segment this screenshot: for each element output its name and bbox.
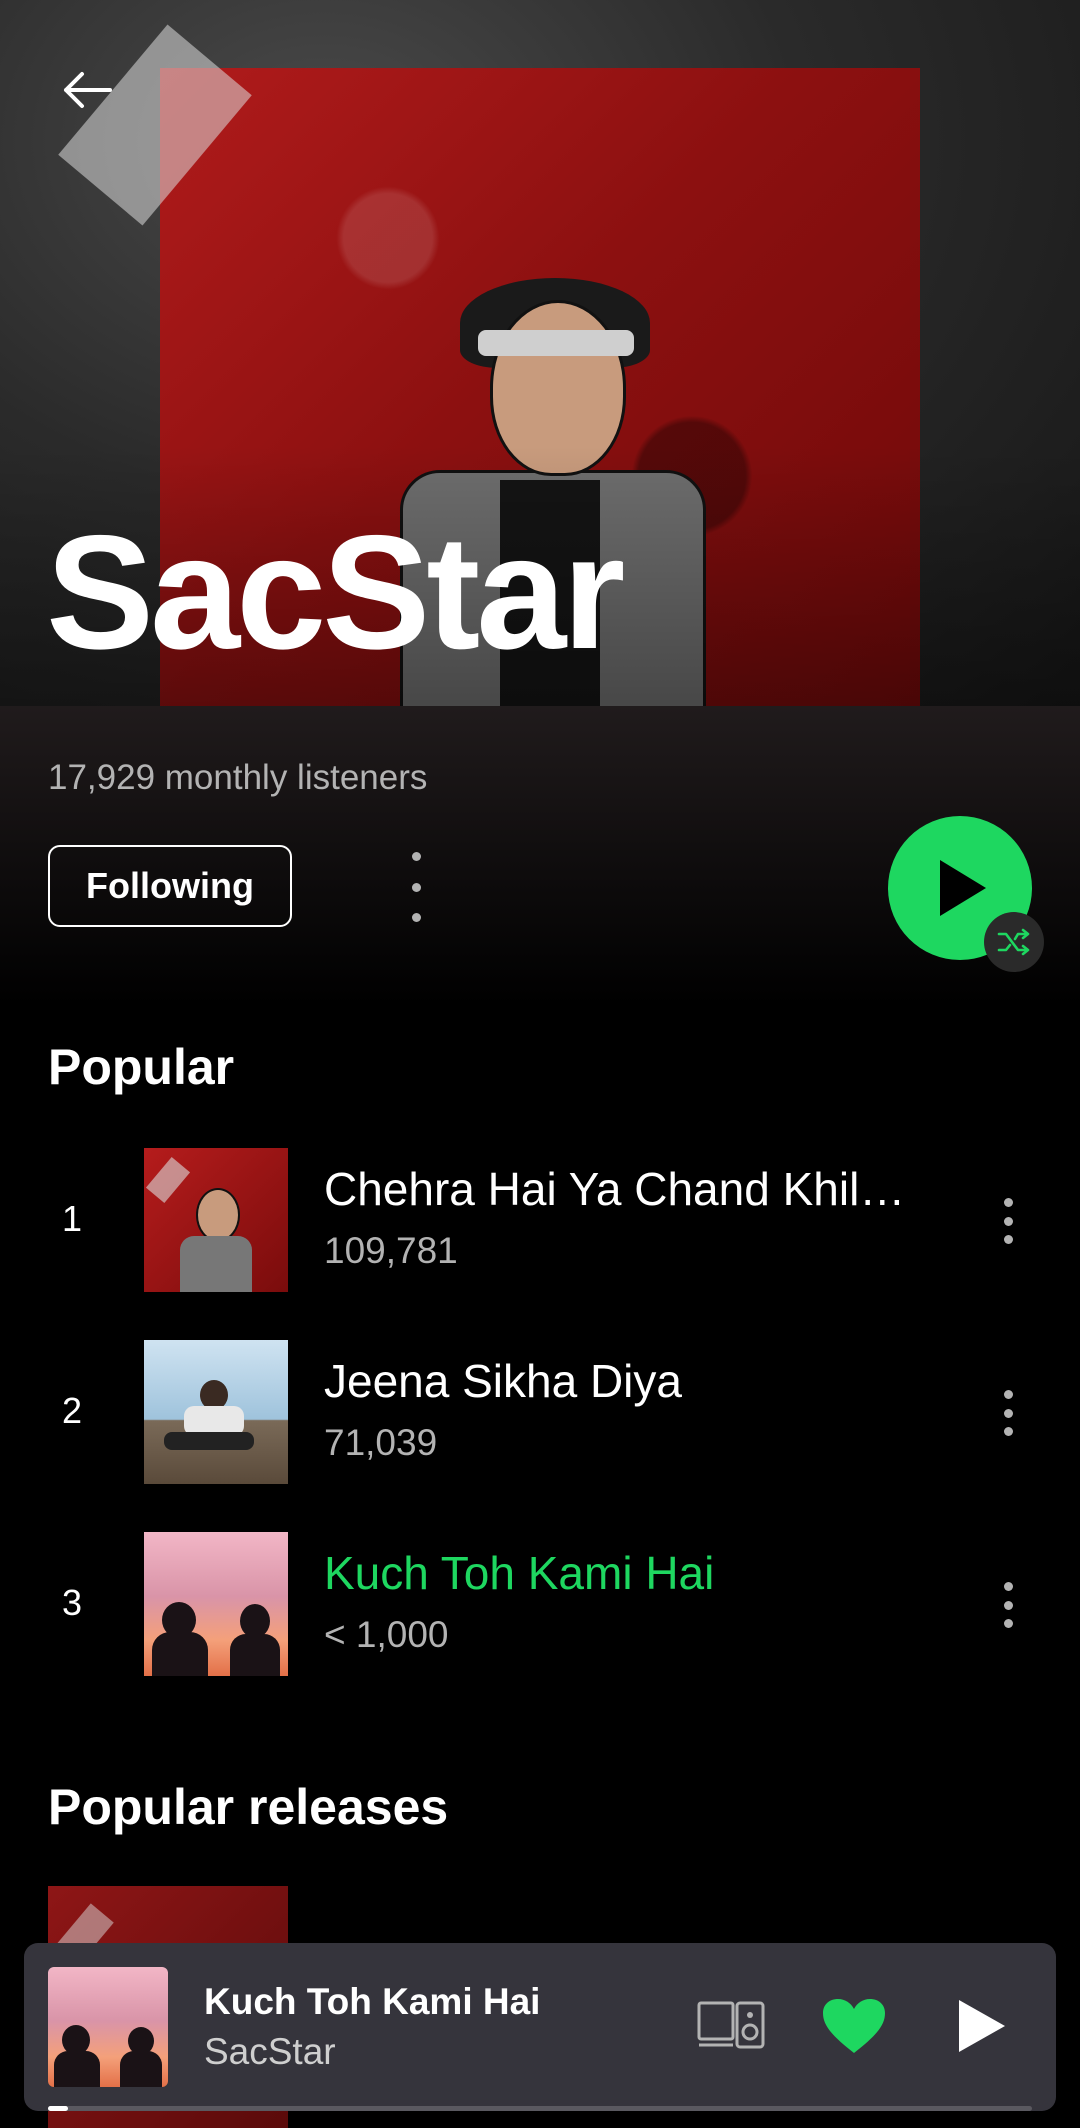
now-playing-artist: SacStar: [204, 2031, 336, 2072]
track-play-count: 71,039: [324, 1422, 438, 1463]
track-title: Jeena Sikha Diya: [324, 1355, 682, 1407]
more-vertical-icon: [1003, 1390, 1013, 1399]
shuffle-icon: [997, 928, 1030, 956]
more-vertical-icon: [1003, 1198, 1013, 1207]
more-vertical-icon: [411, 852, 421, 861]
like-button[interactable]: [818, 1993, 890, 2059]
track-title: Chehra Hai Ya Chand Khil…: [324, 1163, 906, 1215]
devices-button[interactable]: [696, 1995, 766, 2055]
track-row[interactable]: 1 Chehra Hai Ya Chand Khil… 109,781: [0, 1148, 1080, 1308]
following-button[interactable]: Following: [48, 845, 292, 927]
track-rank: 2: [61, 1390, 83, 1431]
mini-play-button[interactable]: [948, 1993, 1014, 2059]
track-cover: [144, 1532, 288, 1676]
artist-name: SacStar: [46, 502, 625, 683]
popular-releases-section-title: Popular releases: [48, 1779, 449, 1835]
track-row[interactable]: 2 Jeena Sikha Diya 71,039: [0, 1340, 1080, 1500]
playback-progress-fill: [48, 2106, 68, 2111]
arrow-left-icon: [64, 72, 112, 108]
track-cover: [144, 1148, 288, 1292]
track-play-count: < 1,000: [324, 1614, 449, 1655]
track-rank: 3: [61, 1582, 83, 1623]
track-row[interactable]: 3 Kuch Toh Kami Hai < 1,000: [0, 1532, 1080, 1692]
play-icon: [940, 860, 986, 916]
devices-icon: [697, 2001, 765, 2049]
shuffle-button[interactable]: [984, 912, 1044, 972]
track-more-options-button[interactable]: [998, 1582, 1018, 1628]
heart-filled-icon: [823, 1999, 885, 2053]
track-play-count: 109,781: [324, 1230, 458, 1271]
back-button[interactable]: [52, 54, 124, 126]
monthly-listeners: 17,929 monthly listeners: [48, 758, 428, 797]
track-cover: [144, 1340, 288, 1484]
track-more-options-button[interactable]: [998, 1198, 1018, 1244]
more-vertical-icon: [1003, 1582, 1013, 1591]
mini-player[interactable]: Kuch Toh Kami Hai SacStar: [24, 1943, 1056, 2111]
now-playing-title: Kuch Toh Kami Hai: [204, 1981, 541, 2022]
track-rank: 1: [61, 1198, 83, 1239]
playback-progress-bar[interactable]: [48, 2106, 1032, 2111]
popular-section-title: Popular: [48, 1039, 235, 1095]
now-playing-cover: [48, 1967, 168, 2087]
play-icon: [959, 2000, 1005, 2052]
artist-figure-headband: [478, 330, 634, 356]
artist-more-options-button[interactable]: [406, 852, 426, 922]
track-more-options-button[interactable]: [998, 1390, 1018, 1436]
track-title: Kuch Toh Kami Hai: [324, 1547, 715, 1599]
